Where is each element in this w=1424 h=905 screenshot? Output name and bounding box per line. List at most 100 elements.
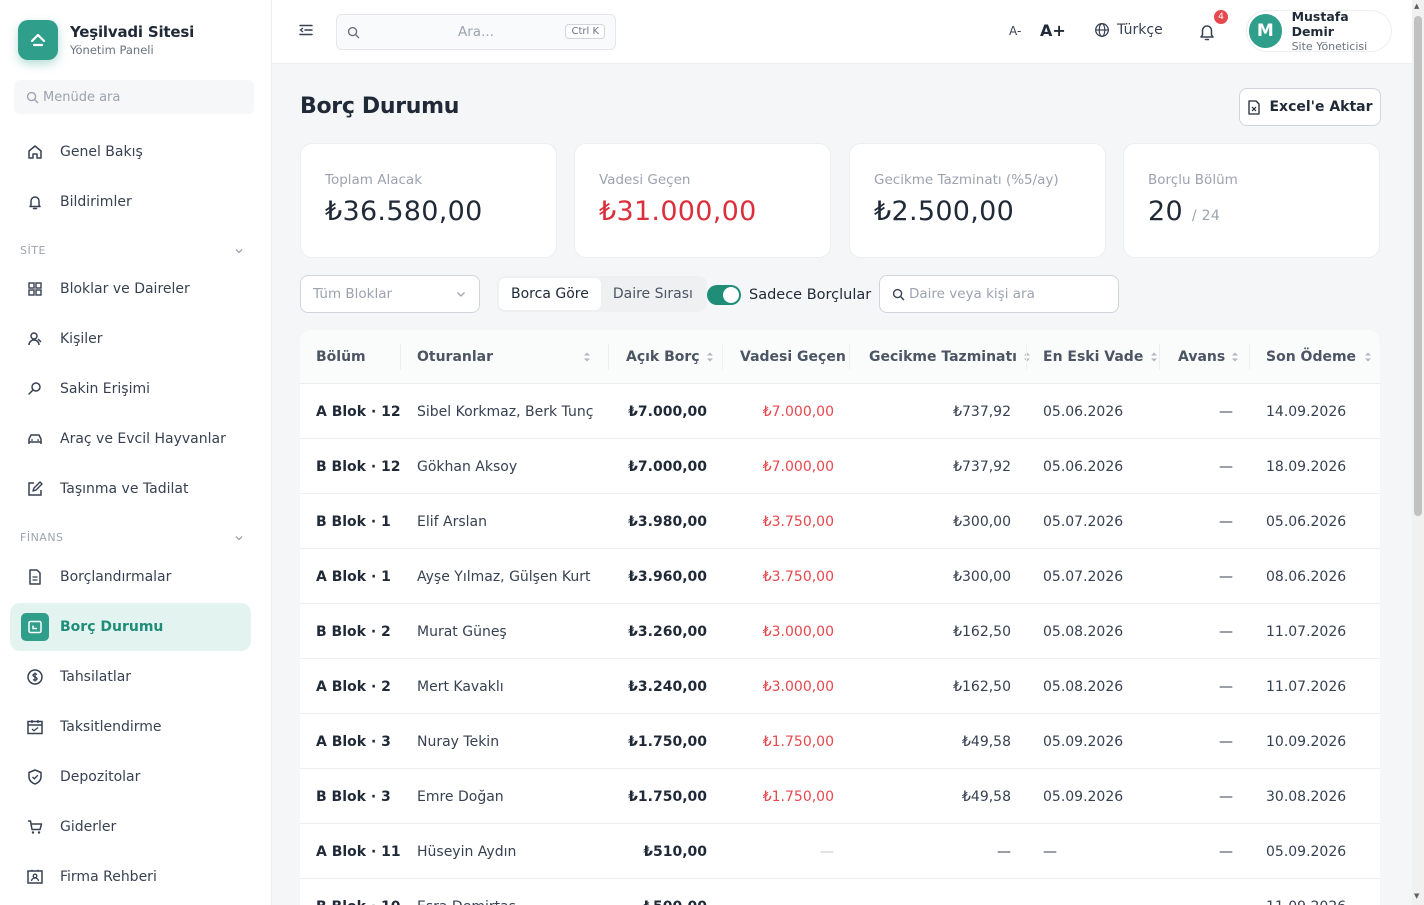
sidebar-item-company-directory[interactable]: Firma Rehberi — [10, 853, 251, 901]
cell-last-payment: 05.06.2026 — [1266, 513, 1347, 530]
column-header-label: En Eski Vade — [1043, 349, 1144, 365]
column-header-unit[interactable]: Bölüm — [316, 330, 366, 384]
cell-advance: — — [1219, 568, 1233, 585]
sidebar-item-people[interactable]: Kişiler — [10, 315, 251, 363]
cell-late-fee: ₺49,58 — [962, 733, 1011, 750]
sidebar-item-vehicles-pets[interactable]: Araç ve Evcil Hayvanlar — [10, 415, 251, 463]
cell-residents: Ayşe Yılmaz, Gülşen Kurt — [417, 568, 591, 585]
sidebar-item-label: Borç Durumu — [60, 619, 164, 635]
stat-card-value: ₺2.500,00 — [874, 196, 1015, 227]
contact-card-icon — [26, 868, 44, 886]
stat-card-label: Gecikme Tazminatı (%5/ay) — [874, 172, 1059, 188]
sidebar-item-deposits[interactable]: Depozitolar — [10, 753, 251, 801]
sidebar-item-label: Borçlandırmalar — [60, 569, 172, 585]
cell-unit: A Blok · 3 — [316, 733, 391, 750]
sidebar-item-notifications[interactable]: Bildirimler — [10, 178, 251, 226]
increase-font-button[interactable]: A+ — [1040, 21, 1066, 40]
menu-search-input[interactable]: Menüde ara — [14, 80, 254, 114]
sidebar-item-blocks[interactable]: Bloklar ve Daireler — [10, 265, 251, 313]
sidebar-item-expenses[interactable]: Giderler — [10, 803, 251, 851]
cell-oldest-due: 05.06.2026 — [1043, 403, 1124, 420]
cell-overdue: ₺1.750,00 — [762, 733, 834, 750]
section-finance-label: FİNANS — [20, 531, 64, 544]
only-debtors-toggle[interactable] — [707, 285, 741, 305]
table-row[interactable]: B Blok · 12 Gökhan Aksoy ₺7.000,00 ₺7.000,0… — [300, 439, 1380, 494]
table-row[interactable]: B Blok · 2 Murat Güneş ₺3.260,00 ₺3.000,00 ₺… — [300, 604, 1380, 659]
cell-oldest-due: 05.09.2026 — [1043, 733, 1124, 750]
notifications-bell-icon[interactable] — [1198, 22, 1216, 46]
stat-card-value: ₺31.000,00 — [599, 196, 757, 227]
cell-residents: Hüseyin Aydın — [417, 843, 517, 860]
column-header-label: Açık Borç — [626, 349, 700, 365]
cell-open-debt: ₺510,00 — [643, 843, 707, 860]
sidebar-item-resident-access[interactable]: Sakin Erişimi — [10, 365, 251, 413]
language-selector[interactable]: Türkçe — [1094, 22, 1163, 38]
table-row[interactable]: A Blok · 3 Nuray Tekin ₺1.750,00 ₺1.750,00 ₺… — [300, 714, 1380, 769]
scrollbar-thumb[interactable] — [1414, 16, 1422, 516]
page-scrollbar[interactable]: ▲ ▼ — [1412, 0, 1424, 905]
chevron-down-icon — [235, 535, 243, 540]
cell-oldest-due: 05.07.2026 — [1043, 568, 1124, 585]
table-row[interactable]: A Blok · 2 Mert Kavaklı ₺3.240,00 ₺3.000,00… — [300, 659, 1380, 714]
cell-overdue: ₺1.750,00 — [762, 788, 834, 805]
sidebar-item-installments[interactable]: Taksitlendirme — [10, 703, 251, 751]
stat-card-debtor-units: Borçlu Bölüm 20 / 24 — [1123, 143, 1380, 258]
column-header-overdue[interactable]: Vadesi Geçen — [740, 330, 846, 384]
only-debtors-toggle-wrap: Sadece Borçlular — [707, 285, 871, 305]
sort-by-debt-option[interactable]: Borca Göre — [499, 278, 601, 310]
brand[interactable]: Yeşilvadi Sitesi Yönetim Paneli — [18, 20, 194, 60]
table-row[interactable]: B Blok · 10 Esra Demirtaş₺500,00 11.09.202… — [300, 879, 1380, 905]
cell-residents: Esra Demirtaş — [417, 879, 607, 905]
sidebar-item-collections[interactable]: Tahsilatlar — [10, 653, 251, 701]
table-row[interactable]: A Blok · 12 Sibel Korkmaz, Berk Tunç ₺7.00… — [300, 384, 1380, 439]
export-excel-button[interactable]: Excel'e Aktar — [1239, 88, 1381, 126]
stat-card-label: Toplam Alacak — [325, 172, 423, 188]
cell-late-fee: ₺737,92 — [953, 458, 1011, 475]
cell-overdue: ₺3.750,00 — [762, 568, 834, 585]
export-excel-label: Excel'e Aktar — [1269, 99, 1373, 115]
column-header-open-debt[interactable]: Açık Borç — [626, 330, 715, 384]
cell-open-debt: ₺7.000,00 — [628, 458, 707, 475]
scroll-down-arrow-icon[interactable]: ▼ — [1414, 892, 1419, 900]
table-row[interactable]: A Blok · 1 Ayşe Yılmaz, Gülşen Kurt ₺3.960… — [300, 549, 1380, 604]
cell-advance: — — [1219, 458, 1233, 475]
sidebar-item-label: Tahsilatlar — [60, 669, 132, 685]
table-row[interactable]: A Blok · 11 Hüseyin Aydın ₺510,00 — — — — 05.09… — [300, 824, 1380, 879]
cell-advance: — — [1219, 678, 1233, 695]
sidebar-item-charges[interactable]: Borçlandırmalar — [10, 553, 251, 601]
column-header-oldest-due[interactable]: En Eski Vade — [1043, 330, 1159, 384]
column-header-residents[interactable]: Oturanlar — [417, 330, 592, 384]
sidebar-item-overview[interactable]: Genel Bakış — [10, 128, 251, 176]
cell-residents: Elif Arslan — [417, 513, 487, 530]
block-filter-select[interactable]: Tüm Bloklar — [300, 275, 480, 313]
section-finance[interactable]: FİNANS — [20, 531, 244, 544]
column-header-late-fee[interactable]: Gecikme Tazminatı — [869, 330, 1032, 384]
sidebar-item-label: Taksitlendirme — [60, 719, 162, 735]
brand-logo-icon — [18, 20, 58, 60]
dollar-icon — [26, 668, 44, 686]
column-header-advance[interactable]: Avans — [1178, 330, 1240, 384]
table-search-input[interactable]: Daire veya kişi ara — [879, 275, 1119, 313]
table-header: Bölüm Oturanlar Açık Borç Vadesi Geçen G… — [300, 330, 1380, 384]
cell-unit: B Blok · 3 — [316, 788, 391, 805]
sidebar-item-debt-status[interactable]: Borç Durumu — [10, 603, 251, 651]
decrease-font-button[interactable]: A- — [1009, 24, 1021, 38]
cell-late-fee: ₺737,92 — [953, 403, 1011, 420]
column-header-last-payment[interactable]: Son Ödeme — [1266, 330, 1373, 384]
sidebar-item-label: Genel Bakış — [60, 144, 143, 160]
cell-residents: Murat Güneş — [417, 623, 507, 640]
users-icon — [26, 330, 44, 348]
sidebar-item-label: Kişiler — [60, 331, 103, 347]
sidebar-item-moving-renovation[interactable]: Taşınma ve Tadilat — [10, 465, 251, 513]
global-search-input[interactable]: Ara... Ctrl K — [336, 14, 616, 50]
scroll-up-arrow-icon[interactable]: ▲ — [1414, 2, 1419, 10]
column-header-label: Vadesi Geçen — [740, 349, 846, 365]
cell-overdue: ₺3.750,00 — [762, 513, 834, 530]
user-menu[interactable]: M Mustafa Demir Site Yöneticisi — [1246, 9, 1392, 53]
menu-collapse-icon[interactable] — [298, 22, 314, 42]
section-site[interactable]: SİTE — [20, 244, 244, 257]
table-row[interactable]: B Blok · 3 Emre Doğan ₺1.750,00 ₺1.750,00 ₺4… — [300, 769, 1380, 824]
sort-by-unit-option[interactable]: Daire Sırası — [601, 278, 705, 310]
table-row[interactable]: B Blok · 1 Elif Arslan ₺3.980,00 ₺3.750,00 ₺… — [300, 494, 1380, 549]
cell-advance: — — [1219, 623, 1233, 640]
